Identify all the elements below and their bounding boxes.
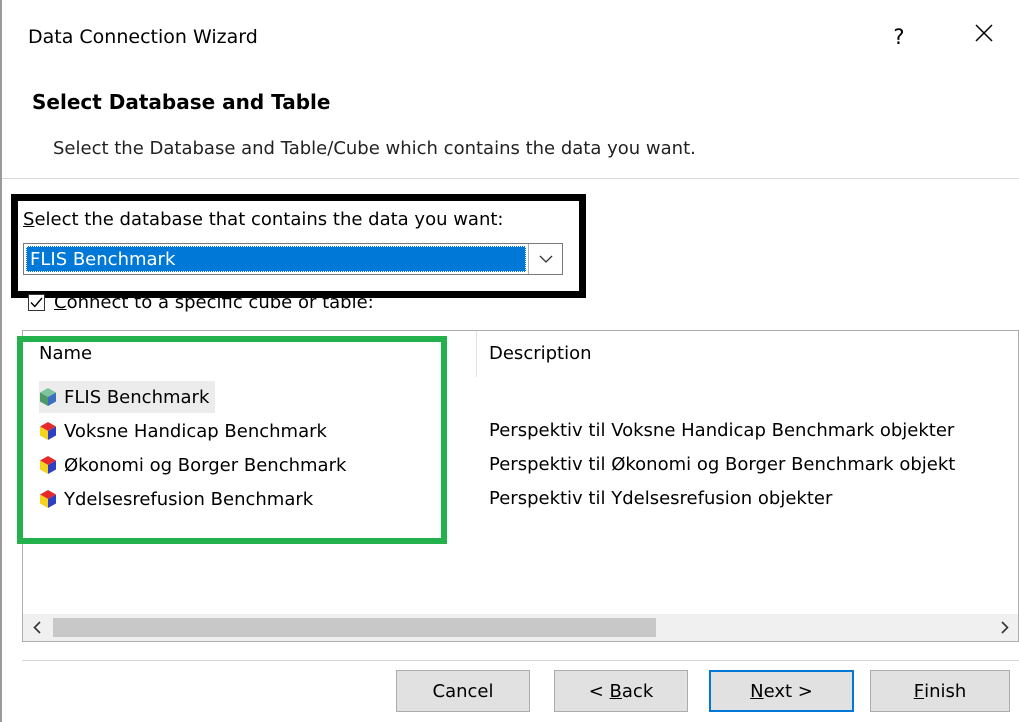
database-label: Select the database that contains the da… <box>23 209 504 230</box>
list-item-description: Perspektiv til Ydelsesrefusion objekter <box>489 488 833 509</box>
page-heading: Select Database and Table <box>32 90 331 114</box>
cancel-button[interactable]: Cancel <box>396 670 530 712</box>
database-selected-value: FLIS Benchmark <box>26 246 526 272</box>
page-subheading: Select the Database and Table/Cube which… <box>53 138 696 159</box>
database-dropdown[interactable]: FLIS Benchmark <box>23 243 563 275</box>
scroll-right-button[interactable] <box>991 614 1018 641</box>
next-button[interactable]: Next > <box>709 670 854 712</box>
scrollbar-thumb[interactable] <box>53 618 656 637</box>
window-left-border <box>0 0 2 722</box>
horizontal-scrollbar[interactable] <box>23 614 1018 641</box>
scroll-left-button[interactable] <box>23 614 50 641</box>
back-button[interactable]: < Back <box>554 670 688 712</box>
column-divider[interactable] <box>476 331 477 377</box>
connect-checkbox-row[interactable]: Connect to a specific cube or table: <box>28 290 374 314</box>
connect-checkbox-label: Connect to a specific cube or table: <box>54 291 374 313</box>
highlight-box-names <box>17 336 447 544</box>
chevron-down-icon <box>539 255 552 263</box>
header-separator <box>2 178 1019 179</box>
close-button[interactable] <box>967 22 1001 52</box>
dropdown-toggle[interactable] <box>528 244 562 274</box>
close-icon <box>975 24 993 42</box>
window-title: Data Connection Wizard <box>28 26 258 48</box>
column-header-description[interactable]: Description <box>489 343 592 364</box>
chevron-left-icon <box>32 621 41 634</box>
help-button[interactable]: ? <box>884 22 914 52</box>
finish-button[interactable]: Finish <box>870 670 1010 712</box>
list-item-description: Perspektiv til Økonomi og Borger Benchma… <box>489 454 956 475</box>
checkmark-icon <box>30 297 43 308</box>
chevron-right-icon <box>1000 621 1009 634</box>
list-item-description: Perspektiv til Voksne Handicap Benchmark… <box>489 420 955 441</box>
footer-separator <box>22 660 1019 661</box>
connect-checkbox[interactable] <box>28 293 45 311</box>
